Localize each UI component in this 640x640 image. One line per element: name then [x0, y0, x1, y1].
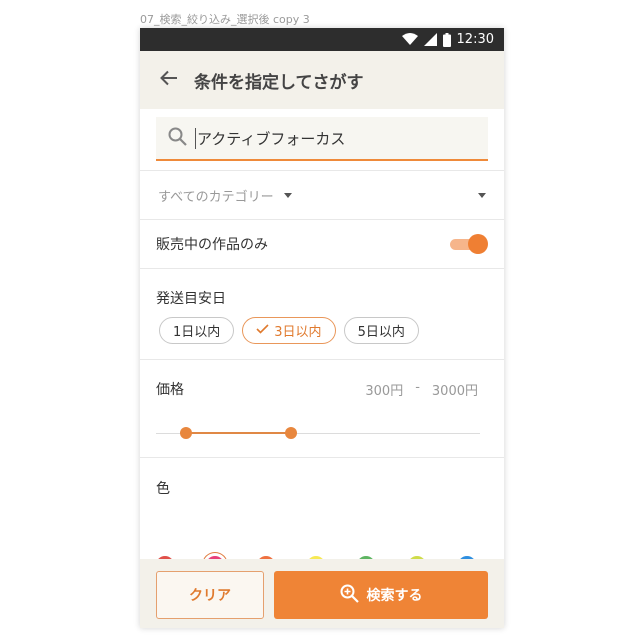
shipping-options: 1日以内 3日以内 5日以内 [159, 317, 488, 344]
price-min-value: 300円 [365, 384, 404, 399]
arrow-left-icon [160, 70, 178, 90]
clear-button-label: クリア [189, 588, 231, 604]
shipping-label: 発送目安日 [156, 291, 226, 307]
search-button[interactable]: 検索する [274, 571, 488, 619]
dropdown-caret-icon [283, 192, 292, 198]
color-label: 色 [156, 481, 170, 497]
artboard-label: 07_検索_絞り込み_選択後 copy 3 [140, 13, 310, 26]
price-label: 価格 [156, 382, 184, 398]
toggle-knob [468, 234, 488, 254]
back-button[interactable] [154, 65, 184, 95]
phone-screen: 12:30 条件を指定してさがす アクティブフォーカス すべてのカテゴリー 販売… [140, 28, 504, 628]
clear-button[interactable]: クリア [156, 571, 264, 619]
search-icon [168, 127, 187, 150]
search-input-value: アクティブフォーカス [195, 127, 346, 149]
price-range-readout: 300円 - 3000円 [365, 380, 478, 399]
shipping-option-3days[interactable]: 3日以内 [242, 317, 336, 344]
price-slider-fill [186, 432, 291, 434]
price-min-handle[interactable] [180, 427, 192, 439]
check-icon [256, 323, 274, 338]
price-max-handle[interactable] [285, 427, 297, 439]
shipping-option-5days[interactable]: 5日以内 [343, 317, 419, 344]
status-bar: 12:30 [140, 28, 504, 51]
chip-label: 3日以内 [274, 325, 322, 340]
search-button-label: 検索する [366, 588, 423, 604]
on-sale-toggle[interactable] [448, 234, 488, 254]
app-bar: 条件を指定してさがす [140, 51, 504, 109]
battery-icon [442, 32, 451, 47]
category-selected-value: すべてのカテゴリー [158, 189, 274, 205]
search-input[interactable]: アクティブフォーカス [156, 117, 488, 161]
chip-label: 1日以内 [173, 325, 221, 340]
chip-label: 5日以内 [357, 325, 405, 340]
page-title: 条件を指定してさがす [194, 72, 364, 93]
on-sale-label: 販売中の作品のみ [156, 237, 268, 253]
price-max-value: 3000円 [431, 384, 478, 399]
bottom-action-bar: クリア 検索する [140, 559, 504, 628]
wifi-icon [401, 33, 418, 46]
dropdown-arrow-icon[interactable] [478, 192, 486, 198]
price-separator: - [415, 380, 420, 395]
category-select[interactable]: すべてのカテゴリー [140, 171, 504, 220]
price-filter: 価格 300円 - 3000円 [140, 360, 504, 458]
on-sale-filter: 販売中の作品のみ [140, 220, 504, 269]
search-section: アクティブフォーカス [140, 109, 504, 171]
zoom-in-icon [340, 584, 359, 607]
shipping-filter: 発送目安日 1日以内 3日以内 5日以内 [140, 269, 504, 360]
signal-icon [423, 33, 437, 46]
shipping-option-1day[interactable]: 1日以内 [159, 317, 235, 344]
status-time: 12:30 [456, 32, 494, 47]
